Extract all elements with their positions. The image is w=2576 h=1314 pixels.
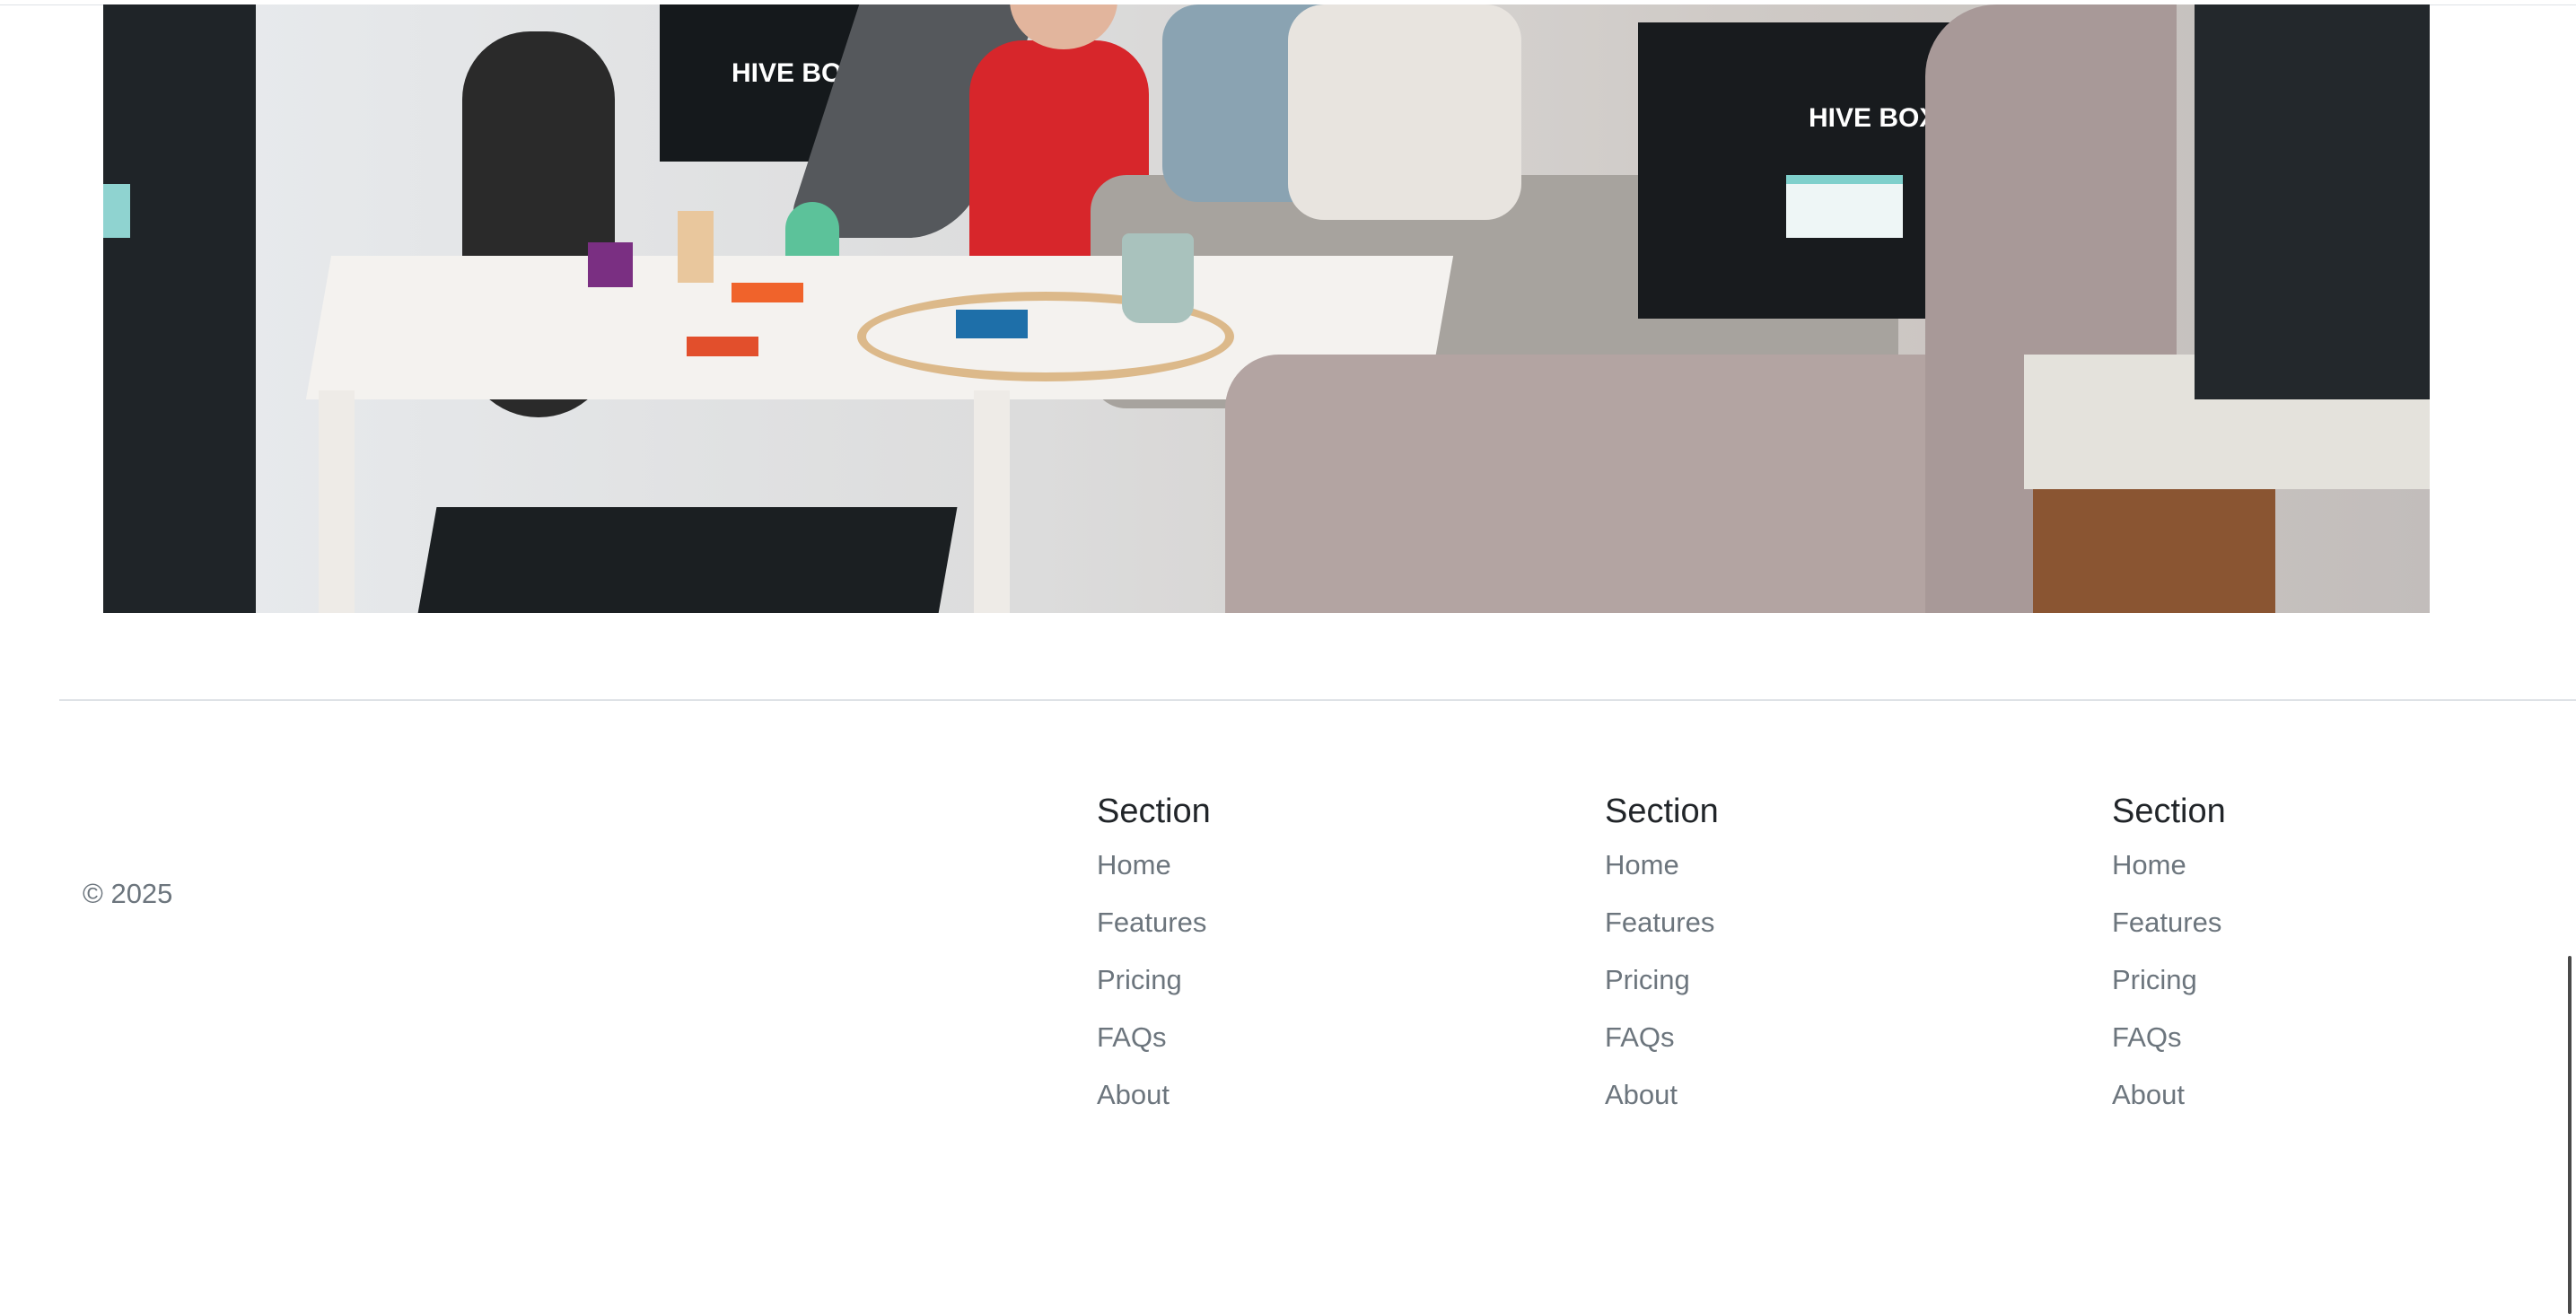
footer-link-home[interactable]: Home bbox=[2112, 849, 2186, 880]
footer-link-pricing[interactable]: Pricing bbox=[1097, 964, 1182, 995]
toy-block bbox=[588, 242, 633, 287]
crate-label-left bbox=[103, 184, 130, 238]
footer-column-1: Section Home Features Pricing FAQs About bbox=[1097, 788, 1438, 1134]
copyright-text: © 2025 bbox=[83, 878, 173, 909]
crate-label-right bbox=[1786, 175, 1903, 238]
footer-link-pricing[interactable]: Pricing bbox=[1605, 964, 1690, 995]
pillow-white bbox=[1288, 4, 1521, 220]
footer-link-list: Home Features Pricing FAQs About bbox=[2112, 847, 2453, 1134]
footer-link-list: Home Features Pricing FAQs About bbox=[1605, 847, 1946, 1134]
armchair-arm bbox=[1225, 355, 2024, 613]
footer-link-home[interactable]: Home bbox=[1605, 849, 1679, 880]
footer-link-home[interactable]: Home bbox=[1097, 849, 1171, 880]
footer-link-features[interactable]: Features bbox=[1605, 907, 1714, 938]
footer-link-faqs[interactable]: FAQs bbox=[1097, 1021, 1167, 1053]
storage-crate-right bbox=[1638, 22, 1952, 319]
toy-block bbox=[732, 283, 803, 302]
footer-column-heading: Section bbox=[1605, 793, 1719, 830]
footer-link-features[interactable]: Features bbox=[2112, 907, 2221, 938]
footer-link-about[interactable]: About bbox=[1097, 1079, 1170, 1110]
footer-link-faqs[interactable]: FAQs bbox=[2112, 1021, 2182, 1053]
page-scrollbar-thumb[interactable] bbox=[2568, 956, 2572, 1314]
footer-link-pricing[interactable]: Pricing bbox=[2112, 964, 2197, 995]
floor-crate bbox=[416, 507, 958, 613]
hero-photo: HIVE BOXX HIVE BOXX bbox=[103, 4, 2430, 613]
storage-crate-left bbox=[103, 4, 256, 613]
toy-block bbox=[785, 202, 839, 256]
footer-link-faqs[interactable]: FAQs bbox=[1605, 1021, 1675, 1053]
footer-link-about[interactable]: About bbox=[2112, 1079, 2185, 1110]
footer-link-list: Home Features Pricing FAQs About bbox=[1097, 847, 1438, 1134]
coffee-table-leg bbox=[974, 390, 1010, 613]
coffee-table-leg bbox=[319, 390, 355, 613]
footer-link-about[interactable]: About bbox=[1605, 1079, 1678, 1110]
footer-column-heading: Section bbox=[1097, 793, 1211, 830]
footer-column-2: Section Home Features Pricing FAQs About bbox=[1605, 788, 1946, 1134]
toy-block bbox=[687, 337, 758, 356]
footer-link-features[interactable]: Features bbox=[1097, 907, 1206, 938]
mug bbox=[1122, 233, 1194, 323]
footer-column-3: Section Home Features Pricing FAQs About bbox=[2112, 788, 2453, 1134]
footer-column-heading: Section bbox=[2112, 793, 2226, 830]
footer-divider bbox=[59, 699, 2576, 701]
toy-block bbox=[678, 211, 714, 283]
storage-crate-far-right bbox=[2195, 4, 2430, 399]
